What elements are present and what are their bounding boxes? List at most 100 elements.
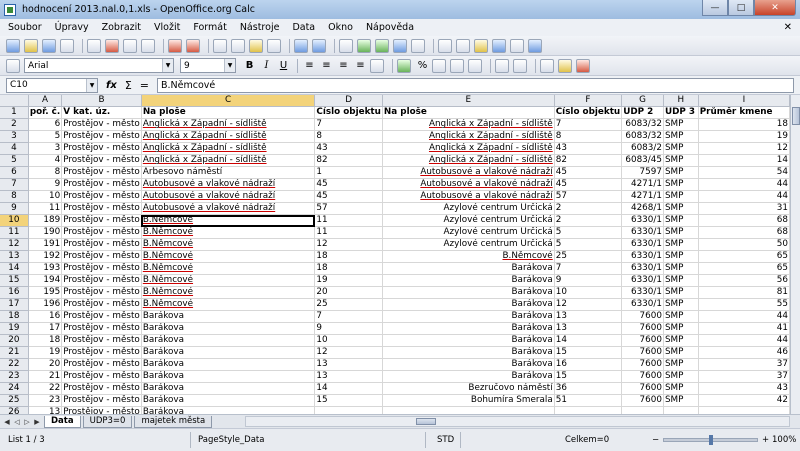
- cell[interactable]: 8: [554, 130, 623, 144]
- cell[interactable]: 6083/45: [621, 154, 664, 168]
- cell[interactable]: Azylové centrum Určická: [382, 202, 555, 216]
- cell[interactable]: 14: [698, 154, 790, 168]
- cell[interactable]: 20: [28, 358, 63, 372]
- cell[interactable]: 6: [28, 118, 63, 132]
- decrease-indent-icon[interactable]: [495, 58, 509, 73]
- cell[interactable]: 43: [314, 142, 383, 156]
- cell[interactable]: 19: [698, 130, 790, 144]
- maximize-button[interactable]: □: [728, 0, 754, 16]
- cell[interactable]: 7: [554, 118, 623, 132]
- cell[interactable]: poř. č.: [28, 106, 63, 120]
- cell[interactable]: 7600: [621, 346, 664, 360]
- cell[interactable]: 18: [28, 334, 63, 348]
- cell[interactable]: 15: [554, 346, 623, 360]
- row-header[interactable]: 16: [0, 286, 29, 300]
- row-header[interactable]: 10: [0, 214, 29, 228]
- cell[interactable]: Barákova: [141, 358, 316, 372]
- next-sheet-icon[interactable]: ▷: [22, 417, 32, 427]
- cell[interactable]: Barákova: [141, 334, 316, 348]
- cell[interactable]: Autobusové a vlakové nádraží: [382, 166, 555, 180]
- spreadsheet-grid[interactable]: A B C D E F G H I 1 poř. č. V kat. úz. N…: [0, 95, 790, 414]
- row-header[interactable]: 8: [0, 190, 29, 204]
- cell[interactable]: Barákova: [382, 358, 555, 372]
- cell[interactable]: Barákova: [141, 382, 316, 396]
- new-document-icon[interactable]: [6, 38, 20, 53]
- cell[interactable]: 25: [314, 298, 383, 312]
- cell[interactable]: 15: [314, 394, 383, 408]
- cell[interactable]: Prostějov - město: [61, 346, 142, 360]
- prev-sheet-icon[interactable]: ◁: [12, 417, 22, 427]
- pivot-table-icon[interactable]: [411, 38, 425, 53]
- cell[interactable]: Barákova: [382, 334, 555, 348]
- cell[interactable]: Prostějov - město: [61, 142, 142, 156]
- cell[interactable]: 14: [554, 334, 623, 348]
- cell[interactable]: 4: [28, 154, 63, 168]
- cell[interactable]: 13: [554, 322, 623, 336]
- row-header[interactable]: 6: [0, 166, 29, 180]
- cell[interactable]: SMP: [663, 214, 699, 228]
- selection-mode[interactable]: STD: [437, 435, 454, 445]
- align-right-icon[interactable]: ≡: [336, 58, 351, 73]
- cell[interactable]: 6330/1: [621, 214, 664, 228]
- cell[interactable]: SMP: [663, 154, 699, 168]
- zoom-slider-thumb[interactable]: [709, 435, 713, 445]
- cell[interactable]: 43: [554, 142, 623, 156]
- cell[interactable]: Barákova: [141, 346, 316, 360]
- menu-window[interactable]: Okno: [328, 22, 353, 33]
- cell[interactable]: 6083/32: [621, 118, 664, 132]
- cell[interactable]: Barákova: [141, 322, 316, 336]
- cell[interactable]: V kat. úz.: [61, 106, 142, 120]
- cell[interactable]: Barákova: [382, 286, 555, 300]
- cell[interactable]: SMP: [663, 166, 699, 180]
- cell[interactable]: 196: [28, 298, 63, 312]
- percent-format-icon[interactable]: %: [415, 58, 430, 73]
- cell[interactable]: 23: [28, 394, 63, 408]
- cell[interactable]: 20: [314, 286, 383, 300]
- cell[interactable]: 190: [28, 226, 63, 240]
- zoom-level[interactable]: 100%: [772, 435, 796, 445]
- column-header[interactable]: H: [663, 95, 699, 108]
- cell[interactable]: 57: [554, 190, 623, 204]
- cell[interactable]: 37: [698, 358, 790, 372]
- function-icon[interactable]: =: [140, 79, 149, 92]
- horizontal-scroll-thumb[interactable]: [416, 418, 436, 425]
- cell[interactable]: 56: [698, 274, 790, 288]
- cell[interactable]: SMP: [663, 370, 699, 384]
- cell[interactable]: B.Němcové: [141, 238, 316, 252]
- cell[interactable]: Anglická x Západní - sídliště: [141, 130, 316, 144]
- cell[interactable]: Anglická x Západní - sídliště: [141, 118, 316, 132]
- zoom-in-icon[interactable]: +: [762, 435, 769, 445]
- cell[interactable]: Prostějov - město: [61, 370, 142, 384]
- row-header[interactable]: 22: [0, 358, 29, 372]
- cell[interactable]: Prostějov - město: [61, 238, 142, 252]
- cell[interactable]: 13: [314, 370, 383, 384]
- cell[interactable]: SMP: [663, 262, 699, 276]
- cell[interactable]: 14: [314, 382, 383, 396]
- cell[interactable]: SMP: [663, 142, 699, 156]
- cell[interactable]: Prostějov - město: [61, 274, 142, 288]
- sheet-tab-data[interactable]: Data: [44, 415, 81, 428]
- cell[interactable]: [554, 406, 623, 414]
- vertical-scrollbar[interactable]: [790, 95, 800, 414]
- cell[interactable]: Anglická x Západní - sídliště: [382, 142, 555, 156]
- column-header[interactable]: D: [314, 95, 383, 108]
- cell[interactable]: SMP: [663, 250, 699, 264]
- align-center-icon[interactable]: ≡: [319, 58, 334, 73]
- cell[interactable]: 13: [28, 406, 63, 414]
- cell[interactable]: 18: [314, 250, 383, 264]
- sheet-tab-majetek[interactable]: majetek města: [134, 415, 213, 428]
- cell[interactable]: Barákova: [141, 310, 316, 324]
- cell[interactable]: 10: [314, 334, 383, 348]
- menu-insert[interactable]: Vložit: [154, 22, 180, 33]
- cell[interactable]: SMP: [663, 322, 699, 336]
- cell[interactable]: 57: [314, 202, 383, 216]
- cell[interactable]: Prostějov - město: [61, 298, 142, 312]
- cell[interactable]: 68: [698, 226, 790, 240]
- row-header[interactable]: 25: [0, 394, 29, 408]
- align-left-icon[interactable]: ≡: [302, 58, 317, 73]
- close-document-icon[interactable]: ✕: [784, 22, 792, 33]
- column-header[interactable]: B: [61, 95, 142, 108]
- cell[interactable]: 13: [314, 358, 383, 372]
- cell[interactable]: Azylové centrum Určická: [382, 214, 555, 228]
- menu-help[interactable]: Nápověda: [366, 22, 414, 33]
